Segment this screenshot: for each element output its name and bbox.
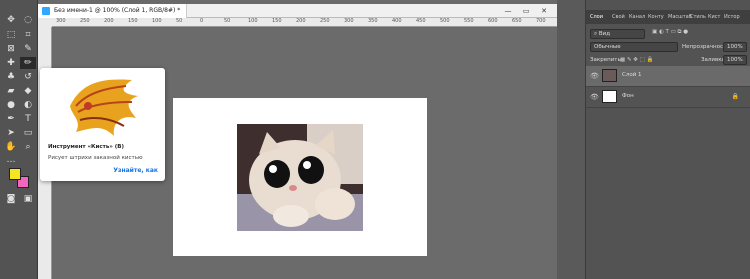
lock-label: Закрепить:: [590, 57, 623, 63]
more-tools-icon[interactable]: …: [3, 154, 19, 166]
ruler-tick: 550: [464, 18, 474, 24]
layer-thumbnail: [602, 90, 617, 103]
layer-filter-select[interactable]: ⌕ Вид: [590, 29, 645, 39]
rectangle-icon[interactable]: ▭: [20, 127, 36, 139]
opacity-value: 100%: [727, 44, 743, 50]
filter-label: Вид: [598, 31, 610, 37]
document-canvas[interactable]: [173, 98, 427, 256]
filter-icons[interactable]: ▣ ◐ T ▭ ⧉ ●: [652, 29, 688, 36]
horizontal-ruler: 300 250 200 150 100 50 0 50 100 150 200 …: [52, 18, 557, 27]
tooltip-title: Инструмент «Кисть» (B): [48, 144, 125, 150]
tab-styles[interactable]: Стиль: [690, 10, 706, 24]
blur-icon[interactable]: ●: [3, 99, 19, 111]
dodge-icon[interactable]: ◐: [20, 99, 36, 111]
ruler-tick: 0: [200, 18, 204, 24]
ruler-tick: 400: [392, 18, 402, 24]
opacity-input[interactable]: 100%: [723, 42, 747, 52]
eyedropper-icon[interactable]: ✎: [20, 43, 36, 55]
ruler-tick: 300: [56, 18, 66, 24]
tab-brushes[interactable]: Кист: [708, 10, 720, 24]
bucket-icon[interactable]: ◆: [20, 85, 36, 97]
screen-mode-icon[interactable]: ▣: [20, 193, 36, 205]
restore-button[interactable]: ▭: [518, 4, 534, 18]
crop-icon[interactable]: ⌗: [20, 29, 36, 41]
pen-icon[interactable]: ✒: [3, 113, 19, 125]
cat-illustration: [237, 124, 363, 231]
path-select-icon[interactable]: ➤: [3, 127, 19, 139]
ps-icon: [42, 7, 50, 15]
lasso-icon[interactable]: ◌: [20, 14, 36, 26]
document-tab[interactable]: Без имени-1 @ 100% (Слой 1, RGB/8#) *: [38, 4, 188, 18]
close-button[interactable]: ✕: [536, 4, 552, 18]
quick-mask-icon[interactable]: ◙: [3, 193, 19, 205]
document-titlebar: Без имени-1 @ 100% (Слой 1, RGB/8#) * — …: [38, 4, 557, 18]
stamp-icon[interactable]: ♣: [3, 71, 19, 83]
blend-mode-select[interactable]: Обычные: [590, 42, 678, 52]
lock-icon: 🔒: [731, 93, 739, 100]
blend-mode-value: Обычные: [594, 44, 621, 50]
collapsed-panel-dock: [557, 0, 585, 279]
ruler-tick: 50: [176, 18, 183, 24]
layer-name[interactable]: Фон: [622, 93, 634, 99]
ruler-tick: 450: [416, 18, 426, 24]
history-brush-icon[interactable]: ↺: [20, 71, 36, 83]
cat-photo[interactable]: [237, 124, 363, 231]
learn-more-link[interactable]: Узнайте, как: [113, 167, 158, 174]
ruler-tick: 150: [128, 18, 138, 24]
layer-name[interactable]: Слой 1: [622, 72, 642, 78]
brush-tool-tooltip: Инструмент «Кисть» (B) Рисует штрихи зак…: [40, 68, 165, 181]
ruler-tick: 700: [536, 18, 546, 24]
ruler-tick: 50: [224, 18, 231, 24]
ruler-tick: 600: [488, 18, 498, 24]
fill-input[interactable]: 100%: [723, 55, 747, 65]
ruler-corner: [38, 18, 52, 27]
ruler-tick: 300: [344, 18, 354, 24]
lock-options[interactable]: ▦ ✎ ✥ ⬚ 🔒: [620, 57, 653, 63]
tab-paths[interactable]: Конту: [648, 10, 664, 24]
eye-icon[interactable]: 👁: [590, 72, 599, 80]
ruler-tick: 500: [440, 18, 450, 24]
tools-panel: ✥ ◌ ⬚ ⌗ ⊠ ✎ ✚ ✏ ♣ ↺ ▰ ◆ ● ◐ ✒ T ➤ ▭ ✋ ⌕ …: [0, 0, 38, 279]
layer-thumbnail: [602, 69, 617, 82]
panel-tabs: Слои Свой Канал Конту Масштаб Стиль Кист…: [586, 10, 750, 24]
foreground-color-swatch[interactable]: [9, 168, 21, 180]
tab-channels[interactable]: Канал: [629, 10, 645, 24]
tab-zoom[interactable]: Масштаб: [668, 10, 692, 24]
eraser-icon[interactable]: ▰: [3, 85, 19, 97]
ruler-tick: 200: [296, 18, 306, 24]
move-icon[interactable]: ✥: [3, 14, 19, 26]
layer-row[interactable]: 👁 Фон 🔒: [586, 87, 750, 108]
brush-stroke-preview-icon: [70, 79, 138, 136]
brush-icon[interactable]: ✏: [20, 57, 36, 69]
ruler-tick: 100: [248, 18, 258, 24]
eye-icon[interactable]: 👁: [590, 93, 599, 101]
fill-value: 100%: [727, 57, 743, 63]
ruler-tick: 100: [152, 18, 162, 24]
ruler-tick: 250: [320, 18, 330, 24]
document-tab-title: Без имени-1 @ 100% (Слой 1, RGB/8#) *: [54, 7, 181, 14]
layer-row[interactable]: 👁 Слой 1: [586, 66, 750, 87]
ruler-tick: 200: [104, 18, 114, 24]
ruler-tick: 350: [368, 18, 378, 24]
marquee-icon[interactable]: ⬚: [3, 29, 19, 41]
text-icon[interactable]: T: [20, 113, 36, 125]
ruler-tick: 650: [512, 18, 522, 24]
zoom-icon[interactable]: ⌕: [20, 141, 36, 153]
healing-icon[interactable]: ✚: [3, 57, 19, 69]
ruler-tick: 250: [80, 18, 90, 24]
hand-icon[interactable]: ✋: [3, 141, 19, 153]
tab-layers[interactable]: Слои: [590, 10, 603, 24]
layers-panel: Слои Свой Канал Конту Масштаб Стиль Кист…: [585, 0, 750, 279]
frame-icon[interactable]: ⊠: [3, 43, 19, 55]
tooltip-description: Рисует штрихи заказной кистью: [48, 155, 143, 161]
tab-history[interactable]: Истор: [724, 10, 740, 24]
ruler-tick: 150: [272, 18, 282, 24]
minimize-button[interactable]: —: [500, 4, 516, 18]
tab-properties[interactable]: Свой: [612, 10, 625, 24]
